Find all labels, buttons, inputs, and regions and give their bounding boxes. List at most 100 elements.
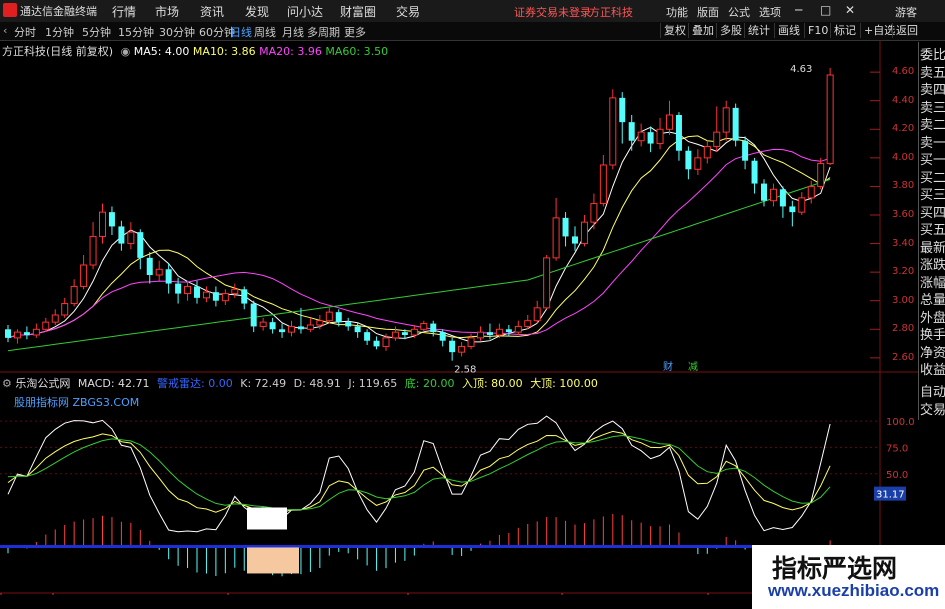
period-fenshi[interactable]: 分时 (14, 24, 36, 40)
period-30min[interactable]: 30分钟 (159, 24, 195, 40)
candle-body (306, 324, 314, 330)
btn-biaoji[interactable]: 标记 (830, 23, 859, 38)
period-weekly[interactable]: 周线 (254, 24, 276, 40)
candle-body (231, 288, 239, 295)
candle-body (165, 269, 172, 284)
watermark-banner: 指标严选网 www.xuezhibiao.com (752, 545, 945, 609)
candle-body (221, 293, 229, 302)
order-panel-item[interactable]: 卖五 (920, 65, 945, 83)
minimize-button[interactable]: ─ (795, 3, 802, 17)
order-panel-item[interactable]: 换手 (920, 327, 945, 345)
btn-tongji[interactable]: 统计 (744, 23, 773, 38)
order-panel-item[interactable]: 买五 (920, 222, 945, 240)
order-panel-item[interactable]: 净资 (920, 345, 945, 363)
price-axis-label: 4.40 (892, 94, 915, 106)
period-daily[interactable]: 日线 (230, 24, 252, 40)
order-panel-item[interactable]: 收益 (920, 362, 945, 380)
btn-huaxian[interactable]: 画线 (774, 23, 803, 38)
period-5min[interactable]: 5分钟 (82, 24, 111, 40)
indicator-dading: 大顶: 100.00 (530, 377, 598, 390)
menu-faxian[interactable]: 发现 (245, 3, 269, 20)
order-panel-item[interactable]: 外盘 (920, 310, 945, 328)
maximize-button[interactable]: □ (820, 3, 831, 17)
candle-body (118, 226, 125, 244)
kline-chart[interactable]: 4.632.58财减100.075.050.031.172024年7891011 (0, 40, 918, 595)
period-1min[interactable]: 1分钟 (45, 24, 74, 40)
btn-duogu[interactable]: 多股 (716, 23, 745, 38)
close-button[interactable]: ✕ (845, 3, 855, 17)
order-panel-item[interactable]: 卖一 (920, 135, 945, 153)
menu-zixun[interactable]: 资讯 (200, 3, 224, 20)
candle-body (675, 115, 682, 151)
btn-fuquan[interactable]: 复权 (660, 23, 689, 38)
menu-wenxiaoda[interactable]: 问小达 (287, 3, 323, 20)
menu-banmian[interactable]: 版面 (697, 4, 719, 20)
period-more[interactable]: 更多 (344, 24, 366, 40)
event-label-jian: 减 (688, 361, 698, 373)
candle-body (51, 314, 59, 323)
order-book-panel: 委比 卖五 卖四 卖三 卖二 卖一 买一 买二 买三 买四 买五 最新 涨跌 涨幅 总量 外盘 换手 净资 收益 (918, 42, 945, 420)
menu-jiaoyi[interactable]: 交易 (396, 3, 420, 20)
candle-body (742, 140, 749, 161)
menu-shichang[interactable]: 市场 (155, 3, 179, 20)
auto-trade-panel[interactable]: 自动 交易 (918, 384, 945, 420)
order-panel-item[interactable]: 总量 (920, 292, 945, 310)
price-axis-label: 4.00 (892, 151, 915, 163)
indicator-j: J: 119.65 (348, 377, 398, 390)
indicator-axis-label: 50.0 (886, 470, 908, 481)
trade-label[interactable]: 交易 (919, 402, 945, 420)
indicator-gear-icon[interactable]: ⚙ (2, 377, 12, 390)
candle-body (552, 217, 560, 259)
menu-hangqing[interactable]: 行情 (112, 3, 136, 20)
order-panel-item[interactable]: 涨幅 (920, 275, 945, 293)
watermark-title: 指标严选网 (772, 554, 898, 583)
signal-box (247, 547, 299, 574)
order-panel-item[interactable]: 涨跌 (920, 257, 945, 275)
order-panel-item[interactable]: 买四 (920, 205, 945, 223)
candle-body (137, 232, 144, 258)
candle-body (146, 257, 153, 275)
indicator-legend: ⚙ 乐淘公式网 MACD: 42.71 警戒雷达: 0.00 K: 72.49 … (2, 375, 598, 391)
candle-body (458, 345, 466, 353)
candle-body (477, 331, 484, 339)
order-panel-item[interactable]: 最新 (920, 240, 945, 258)
order-panel-item[interactable]: 买三 (920, 187, 945, 205)
candle-body (732, 107, 739, 141)
price-axis-label: 2.60 (892, 351, 915, 363)
candle-body (486, 332, 493, 335)
price-axis-label: 3.20 (892, 266, 915, 278)
order-panel-item[interactable]: 卖三 (920, 100, 945, 118)
trade-login-alert[interactable]: 证券交易未登录 (514, 4, 591, 20)
auto-label[interactable]: 自动 (919, 384, 945, 402)
btn-diejia[interactable]: 叠加 (688, 23, 717, 38)
order-panel-item[interactable]: 卖四 (920, 82, 945, 100)
period-multi[interactable]: 多周期 (307, 24, 340, 40)
candle-body (817, 163, 825, 187)
ma-line-3 (7, 178, 831, 352)
candle-body (269, 322, 276, 330)
candle-body (751, 160, 758, 184)
candle-body (628, 122, 635, 141)
btn-f10[interactable]: F10 (804, 23, 831, 38)
menu-xuanxiang[interactable]: 选项 (759, 4, 781, 20)
candle-body (609, 97, 617, 166)
order-panel-item[interactable]: 买二 (920, 170, 945, 188)
candle-body (685, 150, 692, 170)
candle-body (70, 285, 78, 305)
order-panel-item[interactable]: 委比 (920, 47, 945, 65)
candle-body (364, 332, 371, 341)
period-monthly[interactable]: 月线 (282, 24, 304, 40)
candle-body (761, 183, 767, 201)
candle-body (666, 114, 673, 130)
candle-body (703, 145, 711, 159)
menu-gongneng[interactable]: 功能 (666, 4, 688, 20)
order-panel-item[interactable]: 买一 (920, 152, 945, 170)
menu-caifuquan[interactable]: 财富圈 (340, 3, 376, 20)
prev-arrow-icon[interactable]: ‹ (3, 24, 7, 37)
menu-gongshi[interactable]: 公式 (728, 4, 750, 20)
app-logo-icon (3, 3, 17, 17)
order-panel-item[interactable]: 卖二 (920, 117, 945, 135)
indicator-radar: 警戒雷达: 0.00 (157, 377, 233, 390)
candle-body (789, 206, 796, 213)
period-15min[interactable]: 15分钟 (118, 24, 154, 40)
